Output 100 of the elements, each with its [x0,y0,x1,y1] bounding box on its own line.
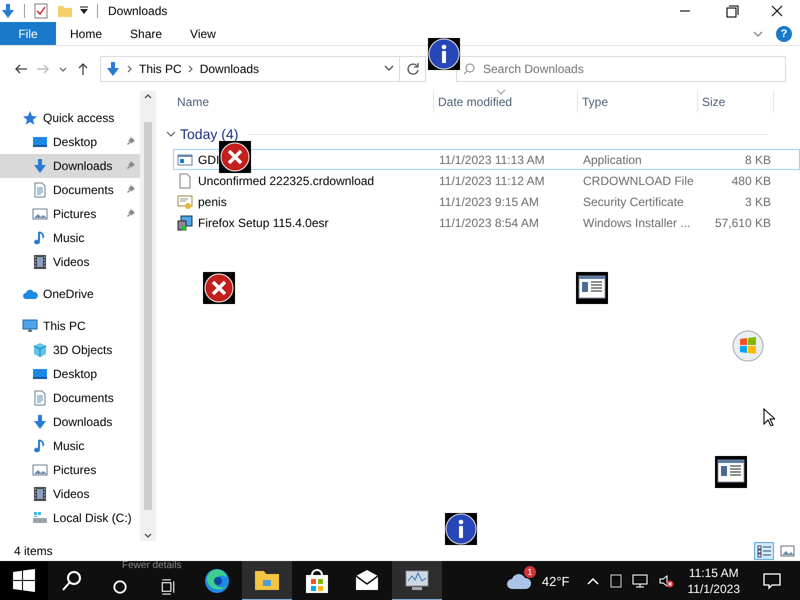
file-type: Windows Installer ... [582,216,692,230]
file-row[interactable]: Firefox Setup 115.4.0esr 11/1/2023 8:54 AM Windows Installer ... 57,610 KB [173,212,800,233]
document-icon [32,182,48,198]
nav-item[interactable]: 3D Objects [0,338,140,362]
breadcrumb-link[interactable]: Downloads [200,62,260,76]
caret-icon[interactable] [79,6,89,16]
nav-item[interactable]: OneDrive [0,282,140,306]
speaker-muted-icon[interactable] [658,574,674,588]
mouse-cursor-icon [763,408,775,426]
clock[interactable]: 11:15 AM 11/1/2023 [688,565,740,597]
nav-item[interactable]: Videos [0,250,140,274]
temperature[interactable]: 42°F [542,574,570,588]
column-header[interactable]: Date modified [434,91,578,113]
file-type: Security Certificate [582,194,685,208]
file-size: 57,610 KB [714,216,772,230]
search-field[interactable]: Search Downloads [483,62,763,76]
file-row[interactable]: penis 11/1/2023 9:15 AM Security Certificate 3 KB [173,191,800,212]
column-header[interactable]: Name [173,91,434,113]
nav-item[interactable]: Downloads [0,154,140,178]
nav-item[interactable]: Desktop [0,130,140,154]
refresh-icon[interactable] [406,62,420,76]
browser-icon [203,567,231,595]
checklist-icon[interactable] [33,3,49,19]
star-icon [22,110,38,126]
column-header[interactable]: Type [578,91,698,113]
picture-icon [780,544,794,558]
nav-item[interactable]: Videos [0,482,140,506]
nav-item[interactable]: Documents [0,386,140,410]
address-bar[interactable]: This PC Downloads [100,56,400,82]
search-icon [463,62,475,74]
shopping-bag-icon [303,567,331,595]
pin-icon[interactable] [126,184,136,194]
tablet-icon[interactable] [610,574,622,588]
nav-item[interactable]: Pictures [0,458,140,482]
download-arrow-icon [32,414,48,430]
nav-item[interactable]: Music [0,226,140,250]
scrollbar[interactable] [140,91,156,541]
nav-item[interactable]: This PC [0,314,140,338]
file-size: 8 KB [744,152,772,166]
desktop-icon [32,134,48,150]
nav-item[interactable]: Pictures [0,202,140,226]
application-window-icon [177,152,193,168]
error-icon [219,141,251,173]
notification-icon[interactable] [762,572,782,590]
picture-icon [32,462,48,478]
installer-icon [177,214,193,230]
desktop-icon [32,366,48,382]
group-label: Today (4) [180,126,238,142]
ribbon-tab[interactable]: Home [56,22,116,45]
notification-badge: 1 [524,566,536,578]
download-arrow-icon [32,158,48,174]
breadcrumb-link[interactable]: This PC [139,62,182,76]
pin-icon[interactable] [126,136,136,146]
details-view-button[interactable] [754,542,774,560]
group-header[interactable]: Today (4) [166,123,768,145]
file-name: Unconfirmed 222325.crdownload [198,174,374,188]
file-name: penis [198,194,227,208]
ribbon-tab[interactable]: View [176,22,230,45]
windows-logo-icon [10,567,38,595]
download-arrow-icon[interactable] [0,3,16,19]
download-arrow-icon [105,60,121,76]
nav-item[interactable]: Music [0,434,140,458]
file-row[interactable]: Unconfirmed 222325.crdownload 11/1/2023 11:12 AM CRDOWNLOAD File 480 KB [173,170,800,191]
pin-icon[interactable] [126,208,136,218]
drive-icon [32,510,48,526]
window-title: Downloads [108,4,168,18]
ribbon-tab[interactable]: Share [116,22,176,45]
file-size: 3 KB [744,194,772,208]
blank-file-icon [177,172,193,188]
help-button[interactable]: ? [776,26,792,42]
picture-icon [32,206,48,222]
chevron-icon[interactable] [166,129,176,139]
file-type: Application [582,152,643,166]
nav-item[interactable]: Downloads [0,410,140,434]
taskbar-app[interactable] [242,561,292,600]
file-row[interactable]: GDI 11/1/2023 11:13 AM Application 8 KB [173,149,800,170]
nav-item[interactable]: Quick access [0,106,140,130]
date-modified: 11/1/2023 11:12 AM [438,174,546,188]
start-button[interactable] [0,561,48,600]
date-modified: 11/1/2023 11:13 AM [438,152,546,166]
column-header[interactable]: Size [698,91,774,113]
file-name: Firefox Setup 115.4.0esr [198,216,329,230]
windows-logo-icon [732,330,764,362]
document-icon [32,390,48,406]
details-view-icon [756,544,772,558]
date-modified: 11/1/2023 9:15 AM [438,194,540,208]
nav-item[interactable]: Local Disk (C:) [0,506,140,530]
file-name: GDI [198,152,220,166]
network-icon[interactable] [632,574,648,588]
nav-item[interactable]: Documents [0,178,140,202]
cube-icon [32,342,48,358]
taskbar-app[interactable] [392,561,442,600]
date-modified: 11/1/2023 8:54 AM [438,216,540,230]
chevron-right-icon [127,64,133,72]
file-menu-button[interactable]: File [0,22,56,45]
window-icon [715,456,747,488]
search-box[interactable]: Search Downloads [456,56,786,82]
certificate-icon [177,194,193,210]
nav-item[interactable]: Desktop [0,362,140,386]
window-icon [576,272,608,304]
